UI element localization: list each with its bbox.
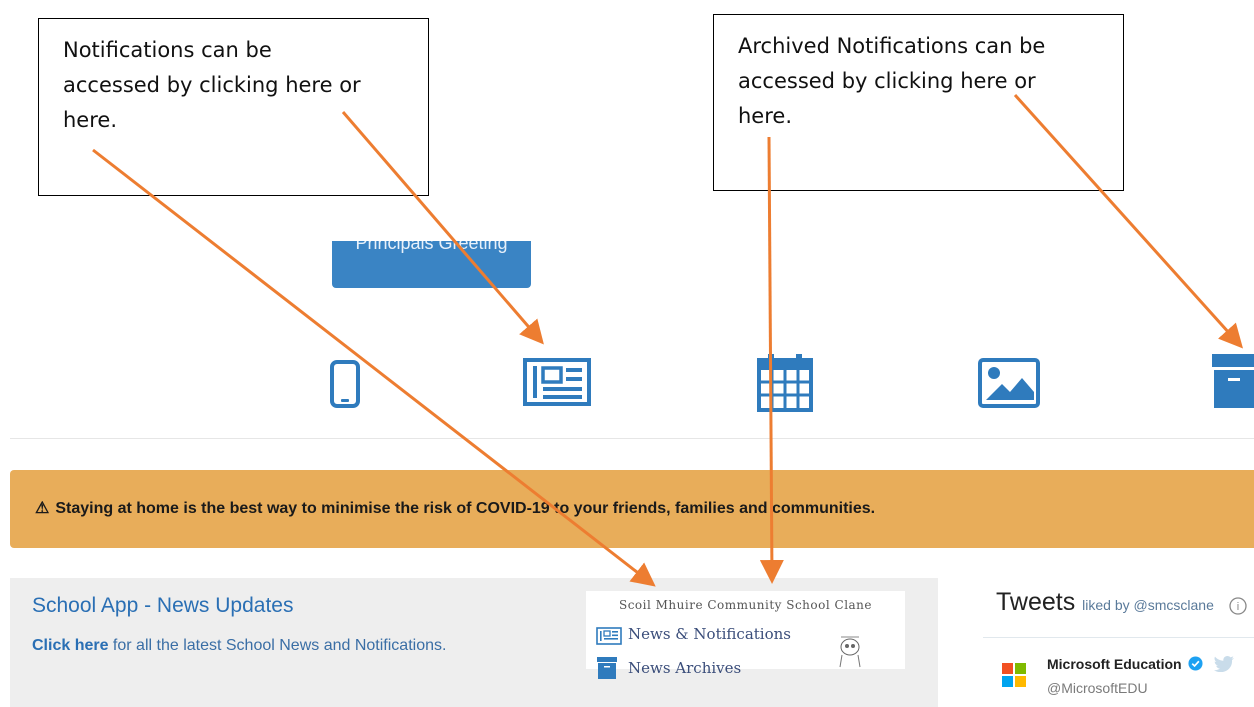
tweets-divider: [983, 637, 1254, 638]
callout-notifications: Notifications can be accessed by clickin…: [38, 18, 429, 196]
callout-line: here.: [63, 108, 117, 132]
warning-icon: ⚠: [35, 500, 50, 517]
news-panel-description-text: for all the latest School News and Notif…: [108, 637, 447, 654]
tweet-author-name[interactable]: Microsoft Education: [1047, 656, 1203, 672]
callout-line: accessed by clicking here or: [63, 73, 361, 97]
newspaper-icon[interactable]: [596, 627, 622, 645]
verified-badge-icon: [1188, 656, 1203, 671]
covid-alert-banner: ⚠ Staying at home is the best way to mini…: [10, 470, 1254, 548]
news-panel-title: School App - News Updates: [32, 594, 294, 617]
school-app-card: Scoil Mhuire Community School Clane News…: [586, 591, 905, 679]
news-panel-description: Click here for all the latest School New…: [32, 637, 446, 655]
callout-line: accessed by clicking here or: [738, 69, 1036, 93]
alert-text: Staying at home is the best way to minim…: [55, 500, 876, 517]
click-here-link[interactable]: Click here: [32, 637, 108, 654]
tweet-author-handle[interactable]: @MicrosoftEDU: [1047, 680, 1148, 696]
phone-icon[interactable]: [330, 360, 360, 408]
news-archives-link[interactable]: News Archives: [628, 659, 741, 677]
newspaper-icon[interactable]: [523, 358, 591, 406]
calendar-icon[interactable]: [757, 354, 813, 412]
archive-icon[interactable]: [597, 657, 617, 679]
callout-line: here.: [738, 104, 792, 128]
callout-line: Archived Notifications can be: [738, 34, 1046, 58]
section-divider: [10, 438, 1254, 439]
principals-greeting-label: Principals Greeting: [355, 241, 508, 253]
svg-text:i: i: [1237, 601, 1239, 613]
tweets-liked-by[interactable]: liked by @smcsclane: [1082, 597, 1214, 613]
microsoft-logo-icon: [1002, 663, 1026, 687]
twitter-bird-icon[interactable]: [1214, 656, 1234, 672]
info-icon[interactable]: i: [1228, 596, 1248, 616]
school-name: Scoil Mhuire Community School Clane: [618, 598, 873, 612]
news-notifications-link[interactable]: News & Notifications: [628, 625, 791, 643]
callout-line: Notifications can be: [63, 38, 272, 62]
callout-archived-notifications: Archived Notifications can be accessed b…: [713, 14, 1124, 191]
principals-greeting-button[interactable]: Principals Greeting: [332, 241, 531, 288]
tweets-title: Tweets: [996, 588, 1076, 616]
tweet-author-name-text: Microsoft Education: [1047, 656, 1182, 672]
mascot-icon: [839, 636, 861, 668]
archive-icon[interactable]: [1212, 354, 1254, 410]
tweets-heading: Tweets liked by @smcsclane: [996, 588, 1214, 617]
image-icon[interactable]: [978, 358, 1040, 408]
